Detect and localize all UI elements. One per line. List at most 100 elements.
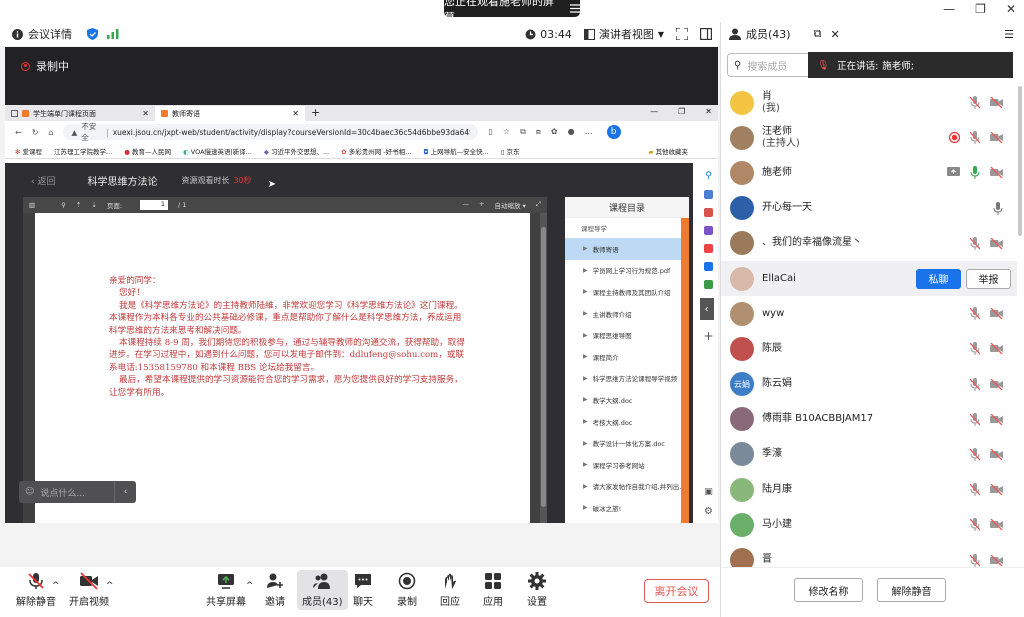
browser-minimize-icon[interactable]: — — [650, 107, 658, 116]
video-options-icon[interactable]: ^ — [106, 581, 114, 591]
reader-icon[interactable]: ▯ — [488, 127, 492, 137]
browser-tab-1[interactable]: 学生端单门课程页面 ✕ — [5, 106, 155, 121]
toolbox-icon[interactable] — [704, 208, 713, 217]
more-icon[interactable]: … — [585, 127, 593, 137]
favorite-star-icon[interactable]: ☆ — [503, 127, 510, 137]
fullscreen-icon[interactable] — [676, 28, 688, 40]
back-link[interactable]: ‹ 返回 — [31, 174, 55, 187]
member-row[interactable]: 陆月康 — [721, 472, 1017, 507]
send-icon[interactable] — [704, 280, 713, 289]
collapse-arrow-icon[interactable]: ‹ — [114, 481, 136, 503]
panel-close-icon[interactable]: ✕ — [830, 28, 839, 41]
catalog-item[interactable]: ▶ 教学大纲.doc — [565, 389, 689, 411]
catalog-item[interactable]: ▶ 课程思维导图 — [565, 324, 689, 346]
info-icon[interactable] — [12, 28, 23, 40]
profile-icon[interactable]: ● — [568, 127, 575, 137]
member-row[interactable]: 汪老师 (主持人) — [721, 120, 1017, 155]
next-page-icon[interactable]: ⇣ — [91, 201, 96, 209]
catalog-item[interactable]: ▶ 请大家发帖作自我介绍,并列出... — [565, 476, 689, 498]
unmute-button[interactable]: 解除静音 — [16, 572, 56, 608]
settings-icon[interactable]: ⚙ — [704, 506, 713, 517]
screen-share-notice[interactable]: 您正在观看施老师的屏幕 — [444, 0, 580, 24]
tab-close-icon[interactable]: ✕ — [142, 109, 149, 118]
browser-close-icon[interactable]: ✕ — [705, 107, 712, 116]
bookmark-item[interactable]: ◆ 习近平外交思想、... — [264, 146, 329, 156]
invite-button[interactable]: 邀请 — [265, 572, 285, 608]
zoom-select[interactable]: 自动缩放 ▾ — [494, 200, 525, 210]
popout-icon[interactable]: ⧉ — [814, 27, 822, 41]
record-button[interactable]: 录制 — [397, 572, 417, 608]
bookmark-item[interactable]: ✻ 爱课程 — [15, 146, 42, 156]
bookmark-item[interactable]: ◘ 上网导航—安全快... — [423, 146, 488, 156]
bookmark-item[interactable]: ◐ VOA慢速英语|新译... — [183, 146, 252, 156]
settings-button[interactable]: 设置 — [527, 572, 547, 608]
catalog-item[interactable]: ▶ 课程主持教师及其团队介绍 — [565, 281, 689, 303]
catalog-item[interactable]: ▶ 学员网上学习行为规范.pdf — [565, 260, 689, 282]
member-row[interactable]: 、我们的幸福像流星丶 — [721, 226, 1017, 261]
outlook-icon[interactable] — [704, 262, 713, 271]
search-icon[interactable]: ⚲ — [705, 171, 712, 181]
member-row[interactable]: 开心每一天 — [721, 191, 1017, 226]
tab-close-icon[interactable]: ✕ — [292, 109, 299, 118]
danmaku-input[interactable]: ☺ 说点什么... ‹ — [19, 481, 136, 503]
minimize-icon[interactable]: — — [943, 2, 955, 16]
home-icon[interactable]: ⌂ — [48, 128, 53, 137]
page-input[interactable]: 1 — [140, 200, 169, 210]
member-row[interactable]: 施老师 — [721, 155, 1017, 190]
collections-icon[interactable]: ⧈ — [536, 127, 541, 137]
zoom-out-icon[interactable]: — — [463, 200, 470, 210]
member-row[interactable]: EllaCai 私聊 举报 — [721, 260, 1017, 297]
member-row[interactable]: 傅雨菲 B10ACBBJAM17 — [721, 402, 1017, 437]
reaction-button[interactable]: 回应 — [440, 572, 460, 608]
rename-button[interactable]: 修改名称 — [794, 578, 863, 602]
member-row[interactable]: 肖 (我) — [721, 85, 1017, 120]
tag-icon[interactable] — [704, 190, 713, 199]
sidebar-toggle-icon[interactable]: ▥ — [29, 201, 35, 209]
bookmark-item[interactable]: ● 教育—人民网 — [124, 146, 171, 156]
sidebar-toggle-icon[interactable] — [700, 28, 712, 40]
extension-icon[interactable]: ✿ — [551, 127, 558, 137]
member-row[interactable]: 季濠 — [721, 437, 1017, 472]
restore-icon[interactable]: ❐ — [975, 2, 986, 16]
hamburger-menu-icon[interactable]: ☰ — [1004, 28, 1014, 41]
expand-icon[interactable]: ⤢ — [536, 200, 541, 210]
chat-button[interactable]: 聊天 — [353, 572, 373, 608]
catalog-item[interactable]: ▶ 课程学习参考网站 — [565, 454, 689, 476]
catalog-item[interactable]: ▶ 破冰之旅! — [565, 497, 689, 519]
start-video-button[interactable]: 开启视频 — [69, 572, 109, 608]
member-row[interactable]: 云娟 陈云娟 — [721, 367, 1017, 402]
member-row[interactable]: 马小建 — [721, 507, 1017, 542]
catalog-item[interactable]: ▶ 考核大纲.doc — [565, 411, 689, 433]
report-button[interactable]: 举报 — [966, 268, 1011, 289]
search-icon[interactable]: ⚲ — [61, 201, 66, 209]
url-bar[interactable]: ▲ 不安全 | xuexi.jsou.cn/jxpt-web/student/a… — [63, 122, 479, 142]
member-row[interactable]: 陈辰 — [721, 331, 1017, 366]
browser-tab-2[interactable]: 教师寄语 ✕ — [155, 106, 305, 121]
add-icon[interactable]: + — [703, 329, 713, 343]
browser-restore-icon[interactable]: ❐ — [678, 107, 685, 116]
new-tab-icon[interactable]: + — [305, 106, 326, 119]
bookmark-item[interactable]: ✿ 多彩贵州网 -好书相... — [341, 146, 411, 156]
unmute-all-button[interactable]: 解除静音 — [877, 578, 946, 602]
emoji-icon[interactable]: ☺ — [25, 487, 34, 497]
other-bookmarks[interactable]: ▰ 其他收藏夹 — [648, 146, 688, 156]
bing-icon[interactable]: b — [606, 125, 621, 139]
screenshot-icon[interactable]: ▣ — [704, 487, 713, 497]
back-arrow-icon[interactable]: ← — [15, 128, 22, 137]
shield-icon[interactable] — [87, 28, 98, 40]
zoom-in-icon[interactable]: + — [479, 200, 484, 210]
share-options-icon[interactable]: ^ — [246, 581, 254, 591]
collapse-left-icon[interactable]: ‹ — [699, 298, 714, 320]
member-row[interactable]: wyw — [721, 296, 1017, 331]
split-icon[interactable]: ⧉ — [520, 127, 526, 137]
view-selector[interactable]: 演讲者视图 ▼ — [583, 26, 664, 42]
office-icon[interactable] — [704, 244, 713, 253]
catalog-item[interactable]: ▶ 教学设计一体化方案.doc — [565, 432, 689, 454]
pdf-scrollbar[interactable] — [540, 213, 547, 523]
private-chat-button[interactable]: 私聊 — [916, 268, 961, 289]
close-icon[interactable]: ✕ — [1006, 2, 1016, 16]
catalog-item[interactable]: ▶ 课程简介 — [565, 346, 689, 368]
meeting-details-link[interactable]: 会议详情 — [28, 26, 72, 42]
members-button[interactable]: 成员(43) — [297, 570, 348, 610]
catalog-scrollbar[interactable] — [681, 218, 689, 523]
